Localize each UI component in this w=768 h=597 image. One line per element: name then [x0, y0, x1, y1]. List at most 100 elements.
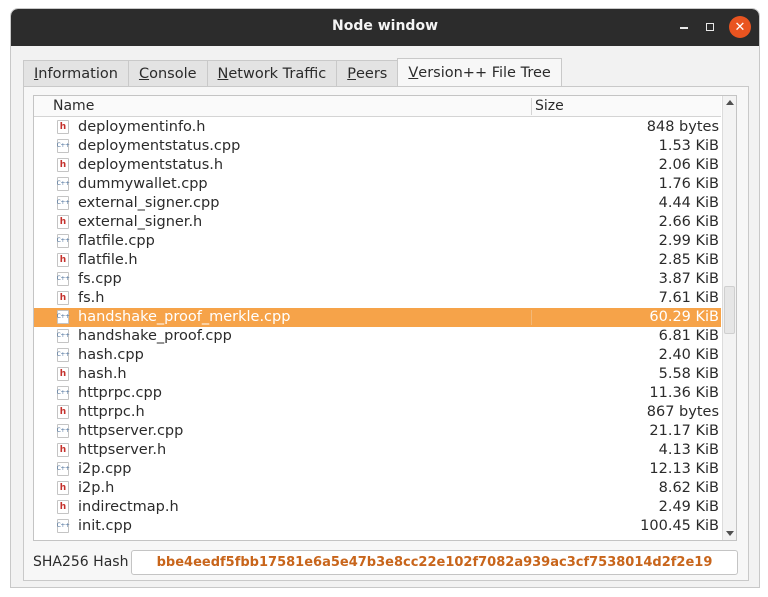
table-row[interactable]: C++ dummywallet.cpp 1.76 KiB: [34, 175, 721, 194]
cpp-file-icon: C++: [57, 139, 70, 153]
file-list: h deploymentinfo.h 848 bytes C++ deployments…: [34, 118, 721, 536]
file-tree-view[interactable]: Name Size h deploymentinfo.h 848 bytes C++ d…: [33, 95, 737, 541]
file-size: 867 bytes: [646, 404, 719, 420]
file-name: httpserver.h: [78, 442, 167, 458]
table-row[interactable]: h deploymentinfo.h 848 bytes: [34, 118, 721, 137]
minimize-icon: [680, 27, 688, 29]
cpp-file-icon: C++: [57, 348, 70, 362]
header-file-icon: h: [57, 405, 69, 419]
cpp-file-icon: C++: [57, 196, 70, 210]
file-name: hash.h: [78, 366, 127, 382]
hash-label: SHA256 Hash: [33, 554, 129, 570]
file-name: deploymentstatus.cpp: [78, 138, 241, 154]
file-size: 848 bytes: [646, 119, 719, 135]
table-row[interactable]: C++ init.cpp 100.45 KiB: [34, 517, 721, 536]
file-size: 2.66 KiB: [658, 214, 719, 230]
minimize-button[interactable]: [673, 16, 695, 38]
table-row[interactable]: h i2p.h 8.62 KiB: [34, 479, 721, 498]
file-size: 1.53 KiB: [658, 138, 719, 154]
column-divider[interactable]: [531, 98, 532, 115]
file-size: 2.99 KiB: [658, 233, 719, 249]
file-name: fs.cpp: [78, 271, 122, 287]
file-name: dummywallet.cpp: [78, 176, 208, 192]
table-row[interactable]: C++ httpserver.cpp 21.17 KiB: [34, 422, 721, 441]
table-row[interactable]: C++ external_signer.cpp 4.44 KiB: [34, 194, 721, 213]
cpp-file-icon: C++: [57, 424, 70, 438]
file-name: i2p.cpp: [78, 461, 132, 477]
table-row[interactable]: h flatfile.h 2.85 KiB: [34, 251, 721, 270]
file-size: 11.36 KiB: [649, 385, 719, 401]
tab-bar: Information Console Network Traffic Peer…: [23, 58, 562, 87]
file-name: i2p.h: [78, 480, 115, 496]
table-row[interactable]: h deploymentstatus.h 2.06 KiB: [34, 156, 721, 175]
file-name: deploymentstatus.h: [78, 157, 224, 173]
cpp-file-icon: C++: [57, 386, 70, 400]
table-row-selected[interactable]: C++ handshake_proof_merkle.cpp 60.29 KiB: [34, 308, 721, 327]
column-header-size[interactable]: Size: [535, 98, 564, 114]
file-name: httprpc.cpp: [78, 385, 162, 401]
file-name: init.cpp: [78, 518, 132, 534]
tab-version-file-tree[interactable]: Version++ File Tree: [397, 58, 562, 87]
maximize-button[interactable]: [699, 16, 721, 38]
table-row[interactable]: h hash.h 5.58 KiB: [34, 365, 721, 384]
table-row[interactable]: C++ deploymentstatus.cpp 1.53 KiB: [34, 137, 721, 156]
file-name: deploymentinfo.h: [78, 119, 206, 135]
tree-header: Name Size: [34, 96, 721, 117]
tab-peers[interactable]: Peers: [336, 60, 399, 87]
file-size: 100.45 KiB: [640, 518, 719, 534]
file-name: indirectmap.h: [78, 499, 179, 515]
file-tree-panel: Name Size h deploymentinfo.h 848 bytes C++ d…: [23, 86, 749, 581]
header-file-icon: h: [57, 500, 69, 514]
close-button[interactable]: ✕: [729, 16, 751, 38]
close-icon: ✕: [734, 19, 746, 35]
scroll-up-arrow-icon[interactable]: [726, 100, 734, 105]
column-divider: [531, 310, 532, 325]
file-size: 60.29 KiB: [649, 309, 719, 325]
file-size: 1.76 KiB: [658, 176, 719, 192]
table-row[interactable]: C++ handshake_proof.cpp 6.81 KiB: [34, 327, 721, 346]
tab-console[interactable]: Console: [127, 60, 208, 87]
cpp-file-icon: C++: [57, 329, 70, 343]
node-window: Node window ✕ Information Console Networ…: [10, 8, 760, 588]
file-size: 4.44 KiB: [658, 195, 719, 211]
file-size: 6.81 KiB: [658, 328, 719, 344]
tab-network-traffic[interactable]: Network Traffic: [206, 60, 338, 87]
column-header-name[interactable]: Name: [53, 98, 94, 114]
header-file-icon: h: [57, 215, 69, 229]
table-row[interactable]: C++ i2p.cpp 12.13 KiB: [34, 460, 721, 479]
header-file-icon: h: [57, 120, 69, 134]
file-name: handshake_proof.cpp: [78, 328, 232, 344]
file-name: handshake_proof_merkle.cpp: [78, 309, 291, 325]
file-size: 2.85 KiB: [658, 252, 719, 268]
file-name: httpserver.cpp: [78, 423, 184, 439]
cpp-file-icon: C++: [57, 519, 70, 533]
vertical-scrollbar[interactable]: [722, 96, 736, 540]
table-row[interactable]: h indirectmap.h 2.49 KiB: [34, 498, 721, 517]
table-row[interactable]: C++ fs.cpp 3.87 KiB: [34, 270, 721, 289]
cpp-file-icon: C++: [57, 272, 70, 286]
maximize-icon: [706, 23, 714, 31]
file-size: 8.62 KiB: [658, 480, 719, 496]
file-name: external_signer.cpp: [78, 195, 220, 211]
file-name: fs.h: [78, 290, 105, 306]
scrollbar-thumb[interactable]: [724, 286, 735, 334]
tab-information[interactable]: Information: [23, 60, 129, 87]
cpp-file-icon: C++: [57, 310, 70, 324]
window-title: Node window: [332, 18, 438, 34]
file-size: 5.58 KiB: [658, 366, 719, 382]
header-file-icon: h: [57, 367, 69, 381]
file-size: 2.49 KiB: [658, 499, 719, 515]
cpp-file-icon: C++: [57, 234, 70, 248]
table-row[interactable]: h httpserver.h 4.13 KiB: [34, 441, 721, 460]
table-row[interactable]: h httprpc.h 867 bytes: [34, 403, 721, 422]
file-size: 4.13 KiB: [658, 442, 719, 458]
title-bar[interactable]: Node window ✕: [11, 9, 759, 46]
header-file-icon: h: [57, 253, 69, 267]
table-row[interactable]: h external_signer.h 2.66 KiB: [34, 213, 721, 232]
table-row[interactable]: C++ httprpc.cpp 11.36 KiB: [34, 384, 721, 403]
table-row[interactable]: C++ flatfile.cpp 2.99 KiB: [34, 232, 721, 251]
table-row[interactable]: h fs.h 7.61 KiB: [34, 289, 721, 308]
scroll-down-arrow-icon[interactable]: [726, 531, 734, 536]
table-row[interactable]: C++ hash.cpp 2.40 KiB: [34, 346, 721, 365]
hash-value-field[interactable]: bbe4eedf5fbb17581e6a5e47b3e8cc22e102f708…: [131, 550, 738, 575]
